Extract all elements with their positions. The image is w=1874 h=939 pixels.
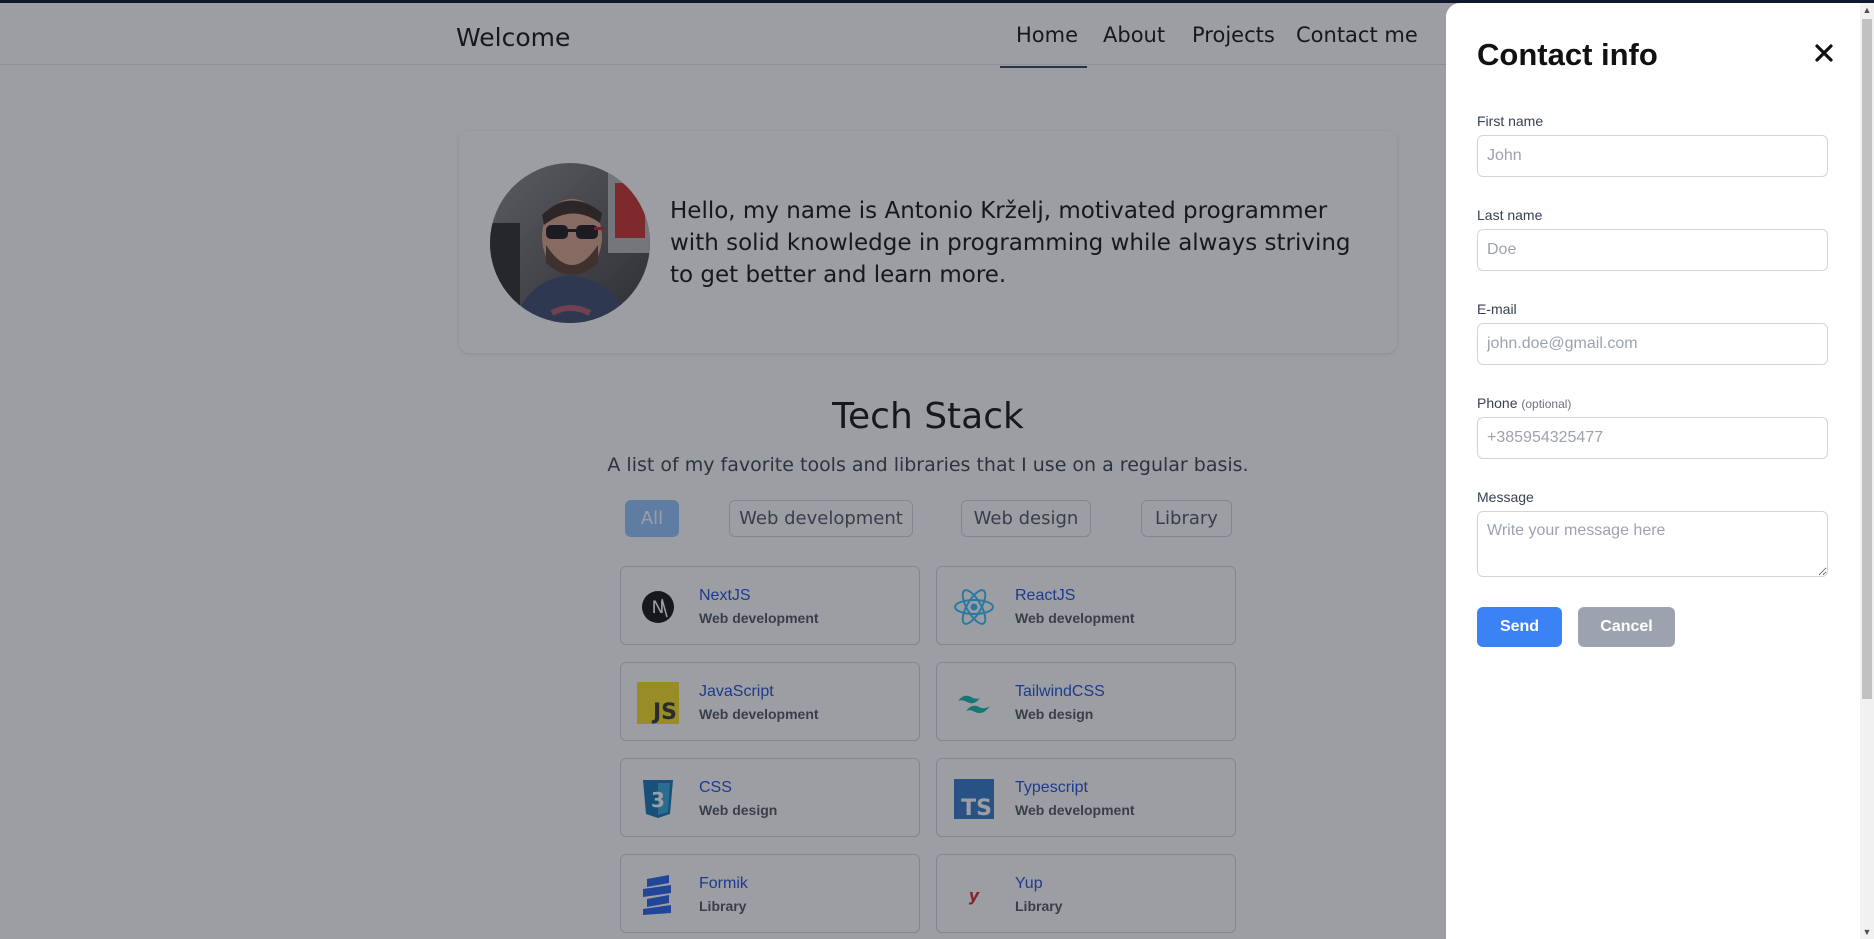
email-field[interactable] — [1477, 323, 1828, 365]
panel-title: Contact info — [1477, 37, 1658, 72]
scroll-thumb[interactable] — [1862, 19, 1872, 699]
message-field[interactable] — [1477, 511, 1828, 577]
phone-optional-hint: (optional) — [1521, 397, 1572, 411]
close-icon — [1815, 44, 1833, 62]
first-name-label: First name — [1477, 113, 1544, 129]
message-label: Message — [1477, 489, 1534, 505]
email-label: E-mail — [1477, 301, 1517, 317]
cancel-button[interactable]: Cancel — [1578, 607, 1675, 647]
scroll-up-icon[interactable]: ▲ — [1860, 3, 1874, 17]
phone-field[interactable] — [1477, 417, 1828, 459]
contact-panel: Contact info First name Last name E-mail… — [1446, 3, 1874, 939]
last-name-field[interactable] — [1477, 229, 1828, 271]
scrollbar[interactable]: ▲ ▼ — [1860, 3, 1874, 939]
last-name-label: Last name — [1477, 207, 1543, 223]
close-button[interactable] — [1810, 39, 1838, 67]
phone-label: Phone (optional) — [1477, 395, 1571, 411]
send-button[interactable]: Send — [1477, 607, 1562, 647]
scroll-down-icon[interactable]: ▼ — [1860, 925, 1874, 939]
first-name-field[interactable] — [1477, 135, 1828, 177]
phone-label-text: Phone — [1477, 395, 1518, 411]
